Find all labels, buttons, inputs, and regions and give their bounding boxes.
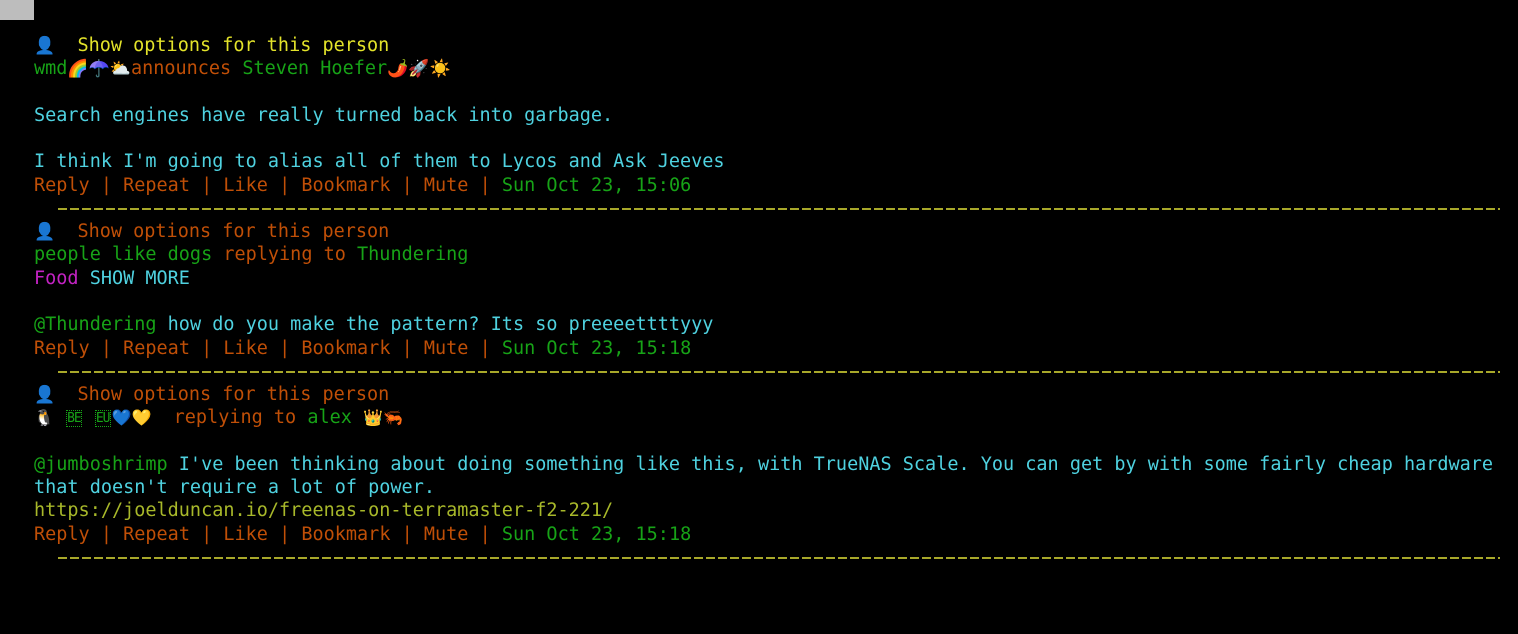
- post-actions-row[interactable]: Reply | Repeat | Like | Bookmark | Mute …: [0, 337, 1518, 360]
- flag-be-icon: BE: [66, 410, 82, 428]
- author-emoji: 🌈☂️⛅: [67, 59, 131, 80]
- reply-button[interactable]: Reply: [34, 175, 90, 196]
- action-divider: |: [479, 523, 491, 545]
- action-divider: |: [279, 337, 291, 359]
- post-body-line: Search engines have really turned back i…: [0, 104, 1518, 127]
- penguin-icon: 🐧: [34, 408, 54, 428]
- spoiler-label: Food: [34, 267, 79, 289]
- post-body-line: @jumboshrimp I've been thinking about do…: [0, 453, 1518, 500]
- show-more-button[interactable]: SHOW MORE: [90, 268, 190, 289]
- action-divider: |: [201, 174, 213, 196]
- action-divider: |: [479, 337, 491, 359]
- reply-button[interactable]: Reply: [34, 524, 90, 545]
- post-options-row[interactable]: 👤 Show options for this person: [0, 220, 1518, 243]
- timestamp: Sun Oct 23, 15:18: [501, 337, 692, 359]
- post-spoiler-row[interactable]: Food SHOW MORE: [0, 267, 1518, 290]
- mute-button[interactable]: Mute: [424, 338, 469, 359]
- author-name[interactable]: people like dogs: [34, 244, 212, 265]
- post-author-row: 🐧 BE EU 💙💛 replying to alex 👑🦐: [0, 406, 1518, 429]
- like-button[interactable]: Like: [223, 175, 268, 196]
- action-divider: |: [100, 174, 112, 196]
- relation-verb: replying to: [173, 407, 297, 429]
- repeat-button[interactable]: Repeat: [123, 175, 190, 196]
- mention[interactable]: @jumboshrimp: [34, 454, 168, 475]
- list-item[interactable]: 👤 Show options for this person people li…: [0, 220, 1518, 360]
- post-actions-row[interactable]: Reply | Repeat | Like | Bookmark | Mute …: [0, 523, 1518, 546]
- person-icon: 👤: [34, 36, 56, 56]
- bookmark-button[interactable]: Bookmark: [301, 524, 390, 545]
- action-divider: |: [201, 523, 213, 545]
- post-author-row: people like dogs replying to Thundering: [0, 243, 1518, 266]
- show-options-label[interactable]: Show options for this person: [77, 221, 389, 242]
- post-separator: [58, 556, 1500, 559]
- post-body-text: I think I'm going to alias all of them t…: [34, 151, 725, 173]
- reply-target-name[interactable]: alex: [307, 407, 352, 428]
- post-options-row[interactable]: 👤 Show options for this person: [0, 34, 1518, 57]
- action-divider: |: [279, 174, 291, 196]
- show-options-label[interactable]: Show options for this person: [77, 384, 389, 405]
- flag-eu-icon: EU: [94, 410, 111, 428]
- relation-verb: announces: [130, 58, 232, 80]
- action-divider: |: [401, 174, 413, 196]
- timeline-list[interactable]: 👤 Show options for this person wmd🌈☂️⛅an…: [0, 0, 1518, 634]
- mute-button[interactable]: Mute: [424, 524, 469, 545]
- post-body-text: I've been thinking about doing something…: [34, 453, 1505, 499]
- author-name[interactable]: wmd: [34, 58, 67, 79]
- action-divider: |: [401, 337, 413, 359]
- post-author-row: wmd🌈☂️⛅announces Steven Hoefer🌶️🚀☀️: [0, 57, 1518, 80]
- reply-button[interactable]: Reply: [34, 338, 90, 359]
- post-separator: [58, 370, 1500, 373]
- post-link-row[interactable]: https://joelduncan.io/freenas-on-terrama…: [0, 499, 1518, 522]
- mention[interactable]: @Thundering: [34, 314, 157, 335]
- bookmark-button[interactable]: Bookmark: [301, 175, 390, 196]
- person-icon: 👤: [34, 384, 56, 405]
- like-button[interactable]: Like: [223, 524, 268, 545]
- post-body-text: Search engines have really turned back i…: [34, 104, 614, 126]
- repeat-button[interactable]: Repeat: [123, 524, 190, 545]
- bookmark-button[interactable]: Bookmark: [301, 338, 390, 359]
- action-divider: |: [100, 523, 112, 545]
- post-body-line: @Thundering how do you make the pattern?…: [34, 314, 714, 336]
- action-divider: |: [100, 337, 112, 359]
- post-separator: [58, 208, 1500, 211]
- post-link[interactable]: https://joelduncan.io/freenas-on-terrama…: [34, 500, 613, 521]
- mute-button[interactable]: Mute: [424, 175, 469, 196]
- boosted-author-emoji: 🌶️🚀☀️: [387, 59, 451, 80]
- person-icon: 👤: [34, 222, 56, 243]
- timestamp: Sun Oct 23, 15:18: [501, 523, 692, 545]
- like-button[interactable]: Like: [223, 338, 268, 359]
- post-body-line: I think I'm going to alias all of them t…: [0, 150, 1518, 173]
- hearts-icon: 💙💛: [111, 408, 152, 428]
- reply-target-name[interactable]: Thundering: [357, 244, 468, 265]
- timestamp: Sun Oct 23, 15:06: [501, 174, 692, 196]
- show-options-label[interactable]: Show options for this person: [77, 35, 389, 56]
- relation-verb: replying to: [223, 244, 346, 266]
- action-divider: |: [479, 174, 491, 196]
- post-actions-row[interactable]: Reply | Repeat | Like | Bookmark | Mute …: [0, 174, 1518, 197]
- boosted-author-name[interactable]: Steven Hoefer: [242, 58, 387, 79]
- crown-shrimp-icon: 👑🦐: [363, 408, 403, 428]
- list-item[interactable]: 👤 Show options for this person wmd🌈☂️⛅an…: [0, 34, 1518, 197]
- repeat-button[interactable]: Repeat: [123, 338, 190, 359]
- post-options-row[interactable]: 👤 Show options for this person: [0, 383, 1518, 406]
- action-divider: |: [201, 337, 213, 359]
- list-item[interactable]: 👤 Show options for this person 🐧 BE EU 💙💛…: [0, 383, 1518, 546]
- action-divider: |: [401, 523, 413, 545]
- action-divider: |: [279, 523, 291, 545]
